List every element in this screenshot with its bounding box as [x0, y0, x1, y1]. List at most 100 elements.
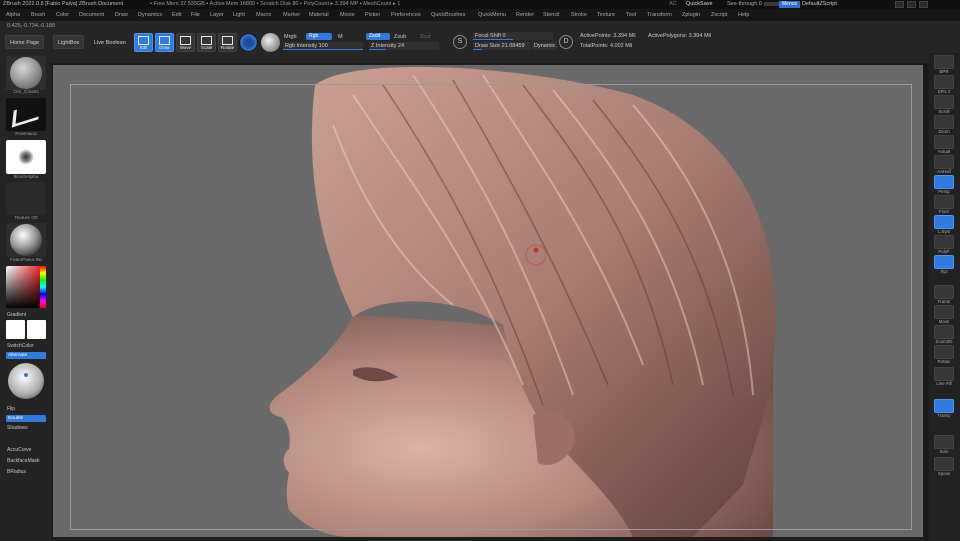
right-polyf-button[interactable]: PolyF — [934, 235, 954, 255]
right-solo-button[interactable]: Solo — [934, 435, 954, 455]
backface-mask-button[interactable]: BackfaceMask — [7, 458, 40, 464]
menu-color[interactable]: Color — [56, 9, 69, 21]
scale-button[interactable]: Scale — [197, 33, 216, 52]
bradius-button[interactable]: BRadius — [7, 469, 26, 475]
move-button[interactable]: Move — [176, 33, 195, 52]
right-persp-button[interactable]: Persp — [934, 175, 954, 195]
menu-zplugin[interactable]: Zplugin — [682, 9, 700, 21]
d-indicator-icon[interactable]: D — [559, 35, 573, 49]
rgb-intensity-slider[interactable]: Rgb Intensity 100 — [283, 42, 363, 50]
shadows-button[interactable]: Shadows — [7, 425, 28, 431]
double-button[interactable]: Double — [6, 415, 46, 422]
dynamic-toggle[interactable]: Dynamic — [532, 42, 558, 50]
vertical-scrollbar[interactable] — [924, 63, 928, 541]
persp-icon — [934, 175, 954, 189]
switch-color-button[interactable]: SwitchColor — [7, 343, 34, 349]
menu-help[interactable]: Help — [738, 9, 749, 21]
gizmo-icon[interactable] — [261, 33, 280, 52]
stroke-slot[interactable] — [6, 98, 46, 131]
right-zoom-button[interactable]: Zoom — [934, 115, 954, 135]
material-slot[interactable] — [6, 223, 46, 257]
right-xyz-button[interactable]: Xyz — [934, 255, 954, 275]
menu-quickbrushes[interactable]: QuickBrushes — [431, 9, 465, 21]
menu-zscript[interactable]: Zscript — [711, 9, 728, 21]
right-spix-3-button[interactable]: SPix 3 — [934, 75, 954, 95]
zadd-toggle[interactable]: Zadd — [366, 33, 390, 40]
menu-stroke[interactable]: Stroke — [571, 9, 587, 21]
hue-strip[interactable] — [40, 266, 46, 308]
texture-slot[interactable] — [6, 182, 46, 215]
menu-preferences[interactable]: Preferences — [391, 9, 421, 21]
brush-slot[interactable] — [6, 56, 46, 90]
see-through-slider[interactable]: See-through 0 — [727, 0, 786, 9]
draw-button[interactable]: Draw — [155, 33, 174, 52]
m-toggle[interactable]: M — [338, 34, 343, 40]
close-icon[interactable] — [919, 1, 928, 8]
right-line-fill-button[interactable]: Line Fill — [934, 367, 954, 387]
menu-file[interactable]: File — [191, 9, 200, 21]
minimize-icon[interactable] — [895, 1, 904, 8]
right-l-sym-button[interactable]: L.Sym — [934, 215, 954, 235]
menus-toggle[interactable]: Menus — [779, 1, 801, 8]
right-bpr-button[interactable]: BPR — [934, 55, 954, 75]
canvas-viewport[interactable] — [53, 65, 923, 537]
secondary-color-swatch[interactable] — [27, 320, 46, 339]
live-boolean-button[interactable]: Live Boolean — [89, 35, 131, 49]
draw-size-slider[interactable]: Draw Size 21.08459 — [473, 42, 530, 50]
zsub-toggle[interactable]: Zsub — [394, 34, 406, 40]
right-xpose-button[interactable]: Xpose — [934, 457, 954, 477]
s-indicator-icon[interactable]: S — [453, 35, 467, 49]
menu-render[interactable]: Render — [516, 9, 534, 21]
right-rotate-button[interactable]: Rotate — [934, 345, 954, 365]
menu-draw[interactable]: Draw — [115, 9, 128, 21]
right-floor-button[interactable]: Floor — [934, 195, 954, 215]
right-move-button[interactable]: Move — [934, 305, 954, 325]
right-zoom3d-button[interactable]: Zoom3D — [934, 325, 954, 345]
accucurve-button[interactable]: AccuCurve — [7, 447, 31, 453]
rgb-toggle[interactable]: Rgb — [306, 33, 332, 40]
menu-macro[interactable]: Macro — [256, 9, 271, 21]
right-frame-button[interactable]: Frame — [934, 285, 954, 305]
transp-icon — [934, 399, 954, 413]
z-intensity-slider[interactable]: Z Intensity 24 — [369, 42, 439, 50]
alternate-button[interactable]: Alternate — [6, 352, 46, 359]
sculptris-pro-icon[interactable] — [239, 33, 258, 52]
right-aahalf-button[interactable]: AAHalf — [934, 155, 954, 175]
lightbox-button[interactable]: LightBox — [53, 35, 85, 49]
alpha-slot[interactable] — [6, 140, 46, 174]
menu-light[interactable]: Light — [233, 9, 245, 21]
menu-picker[interactable]: Picker — [365, 9, 380, 21]
menu-edit[interactable]: Edit — [172, 9, 181, 21]
flip-button[interactable]: Flip — [7, 406, 15, 412]
menu-quickmenu[interactable]: QuickMenu — [478, 9, 506, 21]
mrgb-toggle[interactable]: Mrgb — [284, 34, 297, 40]
right-actual-button[interactable]: Actual — [934, 135, 954, 155]
memory-stats: ▪ Free Mem 37.535GB ▪ Active Mem 16889 ▪… — [150, 1, 401, 7]
maximize-icon[interactable] — [907, 1, 916, 8]
home-page-button[interactable]: Home Page — [5, 35, 45, 49]
menu-transform[interactable]: Transform — [647, 9, 672, 21]
focal-shift-slider[interactable]: Focal Shift 0 — [473, 32, 553, 40]
rotate-button[interactable]: Rotate — [218, 33, 237, 52]
menu-material[interactable]: Material — [309, 9, 329, 21]
right-transp-button[interactable]: Transp — [934, 399, 954, 419]
menu-tool[interactable]: Tool — [626, 9, 636, 21]
menu-movie[interactable]: Movie — [340, 9, 355, 21]
default-zscript-button[interactable]: DefaultZScript — [802, 0, 837, 9]
menu-layer[interactable]: Layer — [210, 9, 224, 21]
menu-document[interactable]: Document — [79, 9, 104, 21]
right-scroll-button[interactable]: Scroll — [934, 95, 954, 115]
menu-marker[interactable]: Marker — [283, 9, 300, 21]
menu-dynamics[interactable]: Dynamics — [138, 9, 162, 21]
main-color-swatch[interactable] — [6, 320, 25, 339]
edit-button[interactable]: Edit — [134, 33, 153, 52]
menu-alpha[interactable]: Alpha — [6, 9, 20, 21]
menu-brush[interactable]: Brush — [31, 9, 45, 21]
ac-label[interactable]: AC — [669, 0, 677, 9]
menu-stencil[interactable]: Stencil — [543, 9, 560, 21]
quicksave-button[interactable]: QuickSave — [686, 0, 713, 9]
gradient-label[interactable]: Gradient — [7, 312, 26, 318]
menu-texture[interactable]: Texture — [597, 9, 615, 21]
zcut-toggle[interactable]: Zcut — [420, 34, 431, 40]
brush-curve-preview[interactable] — [6, 361, 46, 401]
